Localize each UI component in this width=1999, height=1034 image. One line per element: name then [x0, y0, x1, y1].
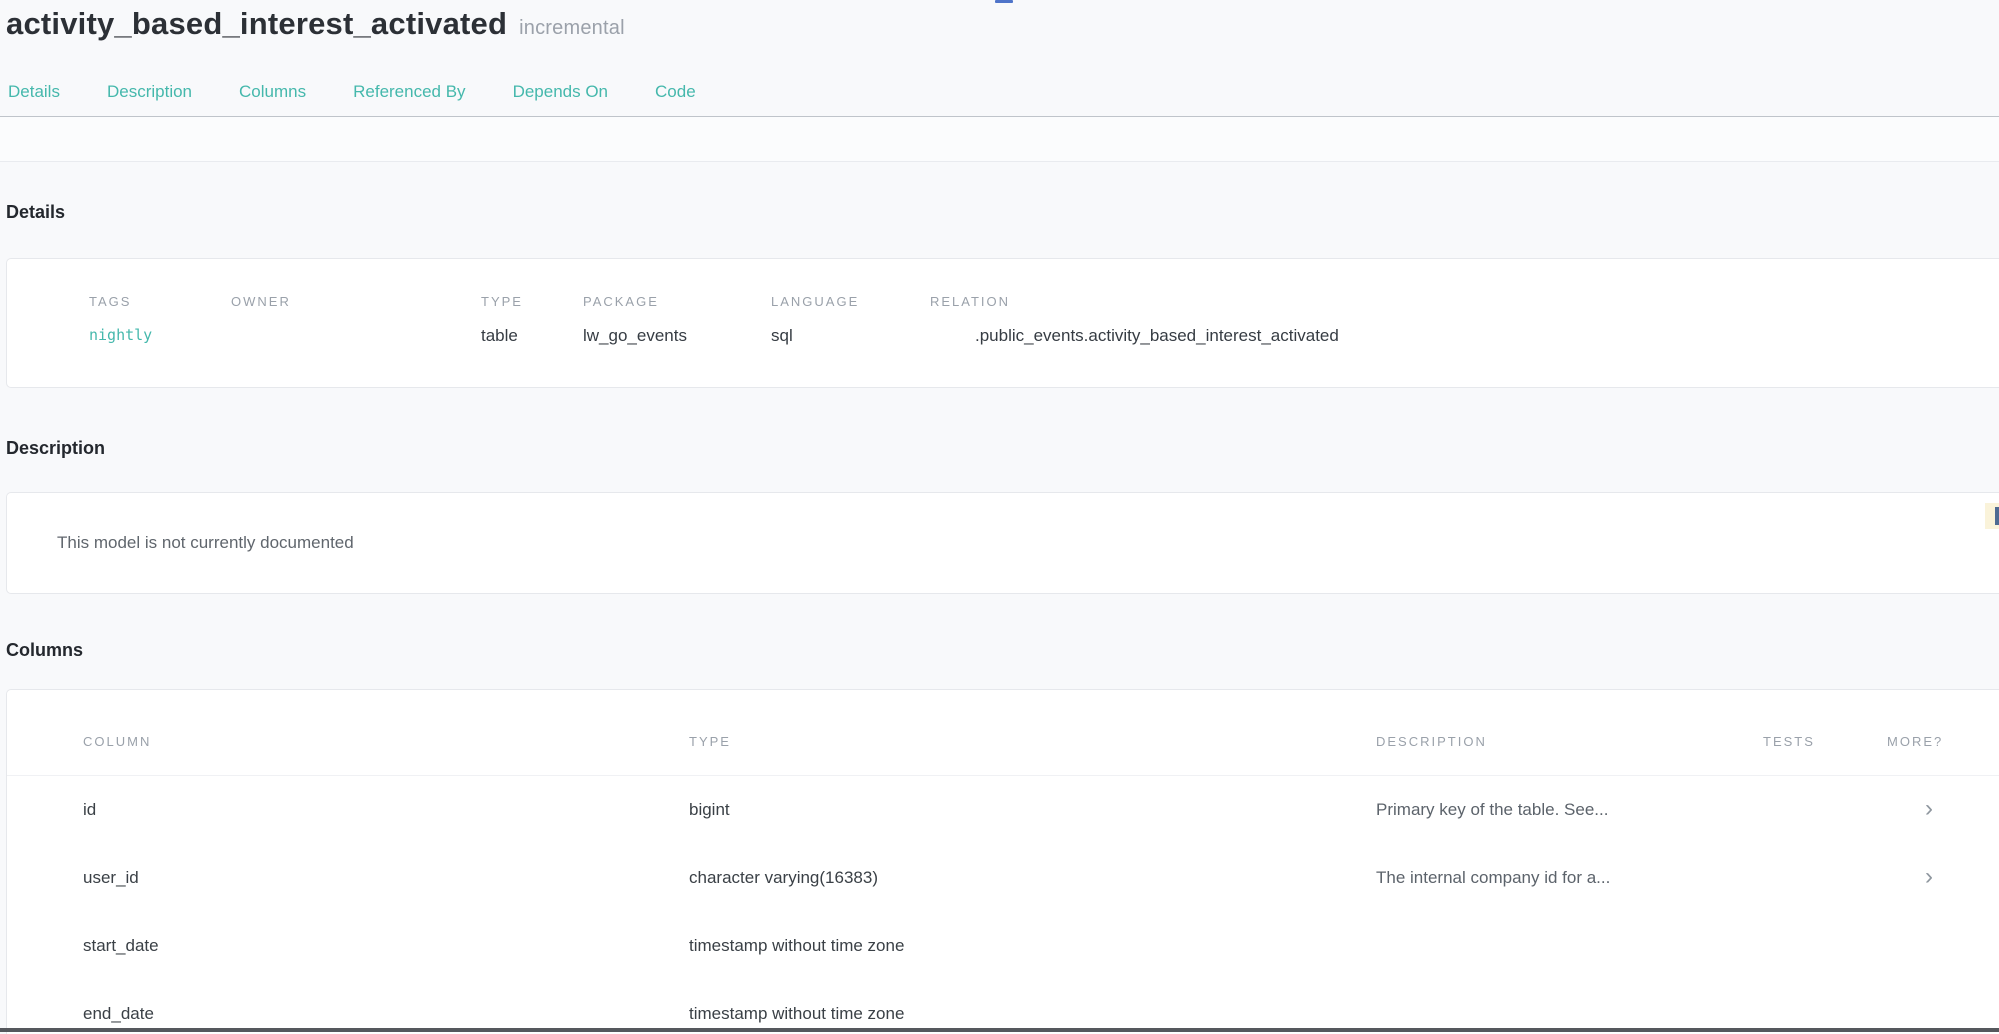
field-value-package: lw_go_events [583, 324, 771, 347]
cell-column-name: start_date [83, 936, 689, 956]
tab-depends-on[interactable]: Depends On [513, 82, 608, 102]
cell-description: Primary key of the table. See... [1376, 800, 1763, 820]
columns-heading: Columns [6, 640, 1999, 661]
columns-card: COLUMN TYPE DESCRIPTION TESTS MORE? id b… [6, 689, 1999, 1034]
header-description: DESCRIPTION [1376, 734, 1763, 775]
cutoff-widget-bar [1995, 507, 1999, 525]
field-owner: OWNER [231, 293, 481, 347]
tab-referenced-by[interactable]: Referenced By [353, 82, 465, 102]
section-nav: Details Description Columns Referenced B… [0, 82, 1999, 117]
cell-type: character varying(16383) [689, 868, 1376, 888]
field-type: TYPE table [481, 293, 583, 347]
materialization-label: incremental [519, 17, 625, 39]
header-type: TYPE [689, 734, 1376, 775]
field-value-relation: .public_events.activity_based_interest_a… [930, 324, 1999, 347]
header-strip [0, 117, 1999, 162]
header-more: MORE? [1887, 734, 1999, 775]
chevron-right-icon[interactable]: › [1925, 795, 1933, 822]
header-tests: TESTS [1763, 734, 1887, 775]
cell-type: timestamp without time zone [689, 936, 1376, 956]
details-card: TAGS nightly OWNER TYPE table PACKAGE lw… [6, 258, 1999, 388]
cell-column-name: end_date [83, 1004, 689, 1024]
columns-table-header: COLUMN TYPE DESCRIPTION TESTS MORE? [7, 734, 1999, 776]
field-label-package: PACKAGE [583, 293, 771, 310]
details-heading: Details [6, 202, 1999, 223]
description-heading: Description [6, 438, 1999, 459]
field-package: PACKAGE lw_go_events [583, 293, 771, 347]
description-text: This model is not currently documented [57, 533, 354, 553]
field-label-owner: OWNER [231, 293, 481, 310]
field-label-type: TYPE [481, 293, 583, 310]
table-row-start-date[interactable]: start_date timestamp without time zone [7, 912, 1999, 980]
table-row-user-id[interactable]: user_id character varying(16383) The int… [7, 844, 1999, 912]
model-name: activity_based_interest_activated [6, 6, 507, 41]
bottom-divider [0, 1028, 1999, 1032]
field-value-language: sql [771, 324, 930, 347]
tab-columns[interactable]: Columns [239, 82, 306, 102]
cell-description: The internal company id for a... [1376, 868, 1763, 888]
tab-description[interactable]: Description [107, 82, 192, 102]
table-row-id[interactable]: id bigint Primary key of the table. See.… [7, 776, 1999, 844]
tag-nightly[interactable]: nightly [89, 324, 231, 347]
page-title: activity_based_interest_activated increme… [0, 0, 1999, 48]
tab-code[interactable]: Code [655, 82, 696, 102]
field-language: LANGUAGE sql [771, 293, 930, 347]
details-fields: TAGS nightly OWNER TYPE table PACKAGE lw… [89, 293, 1999, 347]
field-value-type: table [481, 324, 583, 347]
field-label-relation: RELATION [930, 293, 1999, 310]
cutoff-artifact-top [995, 0, 1013, 3]
field-label-tags: TAGS [89, 293, 231, 310]
cell-column-name: id [83, 800, 689, 820]
field-label-language: LANGUAGE [771, 293, 930, 310]
description-card: This model is not currently documented [6, 492, 1999, 594]
cell-column-name: user_id [83, 868, 689, 888]
field-relation: RELATION .public_events.activity_based_i… [930, 293, 1999, 347]
table-row-end-date[interactable]: end_date timestamp without time zone [7, 980, 1999, 1034]
field-tags: TAGS nightly [89, 293, 231, 347]
chevron-right-icon[interactable]: › [1925, 863, 1933, 890]
header-column: COLUMN [83, 734, 689, 775]
tab-details[interactable]: Details [8, 82, 60, 102]
model-docs-page: activity_based_interest_activated increme… [0, 0, 1999, 1034]
cutoff-widget-right [1985, 503, 1999, 529]
cell-type: timestamp without time zone [689, 1004, 1376, 1024]
cell-type: bigint [689, 800, 1376, 820]
